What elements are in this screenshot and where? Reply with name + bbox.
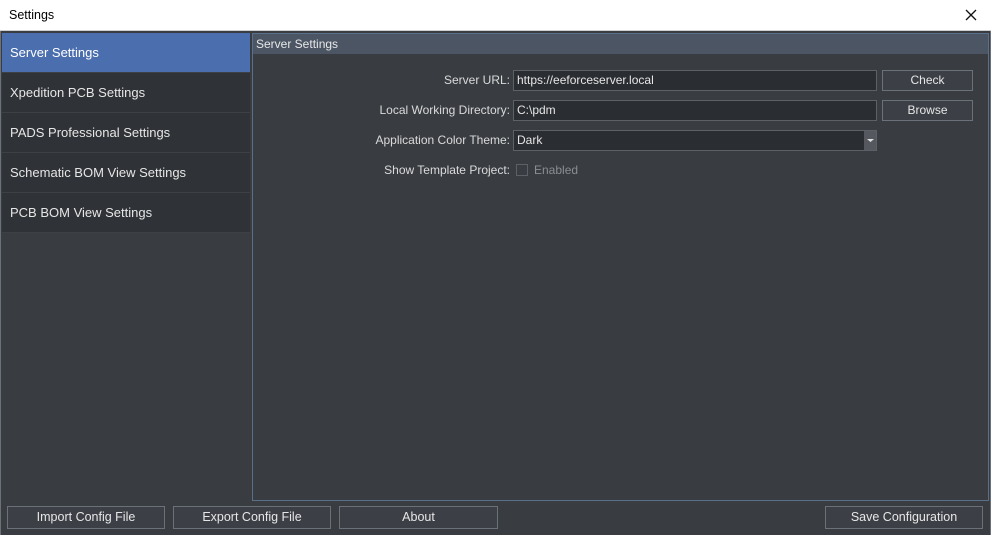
sidebar-item-xpedition-pcb-settings[interactable]: Xpedition PCB Settings [2,73,250,113]
panel-header: Server Settings [253,34,988,54]
template-project-checkbox[interactable] [516,164,528,176]
title-bar: Settings [0,0,991,31]
color-theme-select[interactable]: Dark [513,130,877,151]
template-project-label: Show Template Project: [384,163,510,177]
footer-bar: Import Config File Export Config File Ab… [0,505,991,535]
import-config-button[interactable]: Import Config File [7,506,165,529]
working-directory-label: Local Working Directory: [379,103,511,117]
color-theme-value: Dark [517,133,543,147]
server-url-input[interactable]: https://eeforceserver.local [513,70,877,91]
sidebar-item-schematic-bom-view-settings[interactable]: Schematic BOM View Settings [2,153,250,193]
window-title: Settings [9,8,55,22]
export-config-button[interactable]: Export Config File [173,506,331,529]
save-configuration-button[interactable]: Save Configuration [825,506,983,529]
close-icon [965,9,977,21]
browse-button[interactable]: Browse [882,100,973,121]
sidebar-item-pads-professional-settings[interactable]: PADS Professional Settings [2,113,250,153]
about-button[interactable]: About [339,506,498,529]
server-url-label: Server URL: [443,73,510,87]
sidebar-item-server-settings[interactable]: Server Settings [2,33,250,73]
close-button[interactable] [959,3,983,27]
working-directory-input[interactable]: C:\pdm [513,100,877,121]
dropdown-arrow[interactable] [864,131,876,150]
chevron-down-icon [866,139,874,142]
settings-panel: Server Settings Server URL: https://eefo… [252,33,989,501]
color-theme-label: Application Color Theme: [375,133,510,147]
check-button[interactable]: Check [882,70,973,91]
sidebar: Server Settings Xpedition PCB Settings P… [2,33,250,501]
template-project-checkbox-label: Enabled [534,163,579,177]
sidebar-item-pcb-bom-view-settings[interactable]: PCB BOM View Settings [2,193,250,233]
